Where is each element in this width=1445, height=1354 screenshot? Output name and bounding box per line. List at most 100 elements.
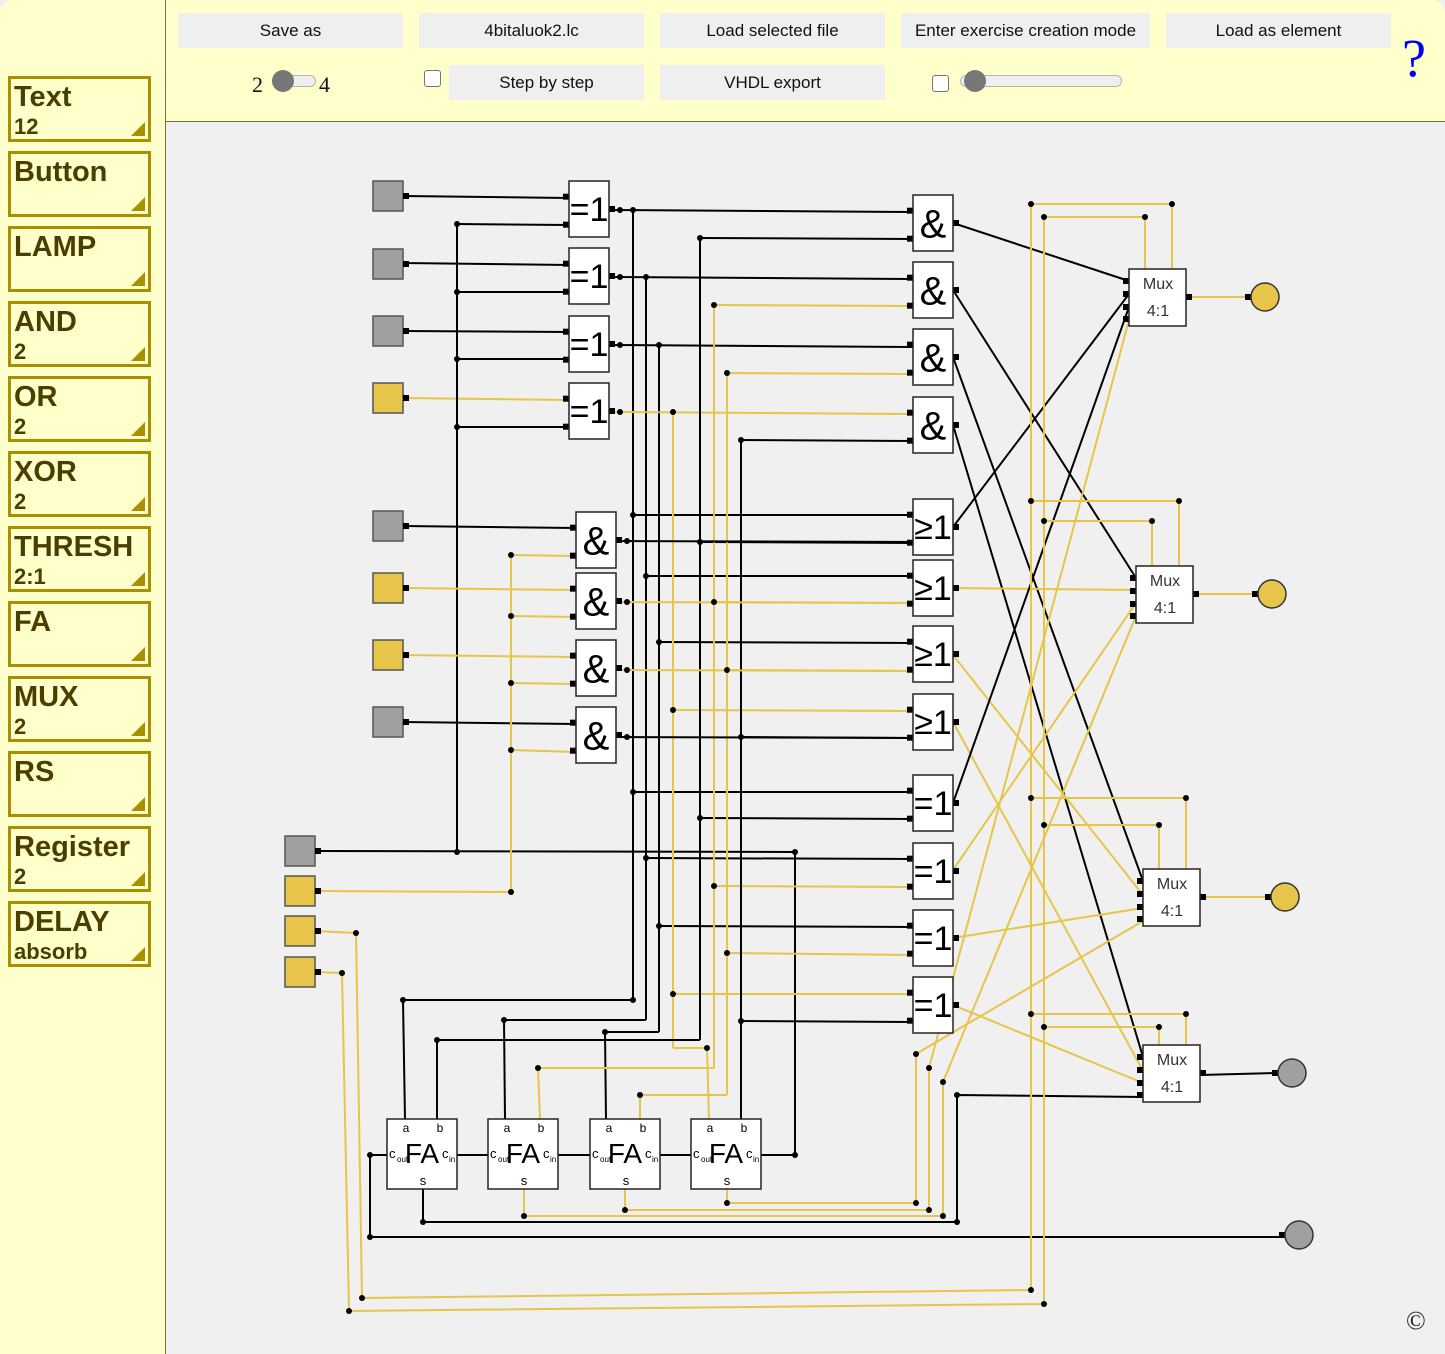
- input-switch[interactable]: [372, 572, 404, 604]
- wire: [1044, 1026, 1160, 1045]
- wire: [740, 1020, 914, 1023]
- port: [570, 680, 576, 687]
- port: [563, 356, 569, 363]
- input-switch[interactable]: [372, 382, 404, 414]
- wire-junction: [926, 1065, 932, 1071]
- wire-junction: [792, 849, 798, 855]
- input-switch[interactable]: [372, 315, 404, 347]
- port: [570, 585, 576, 592]
- port: [570, 613, 576, 620]
- or-gate-label: ≥1: [914, 636, 952, 674]
- wire-junction: [630, 512, 636, 518]
- port: [953, 287, 959, 293]
- port: [315, 848, 321, 854]
- wire-junction: [617, 207, 623, 213]
- port: [907, 302, 913, 309]
- fa-port-s: s: [521, 1173, 528, 1188]
- wire-junction: [643, 855, 649, 861]
- port: [1130, 575, 1136, 581]
- and-gate-label: &: [920, 404, 947, 448]
- wire-junction: [624, 599, 630, 605]
- port: [1123, 304, 1129, 310]
- wire: [699, 817, 914, 820]
- port: [953, 220, 959, 226]
- wire-junction: [913, 1200, 919, 1206]
- wire-junction: [940, 1213, 946, 1219]
- port: [315, 969, 321, 975]
- fa-port-a: a: [707, 1121, 714, 1135]
- wire: [510, 554, 577, 557]
- wire-junction: [1156, 1024, 1162, 1030]
- input-switch[interactable]: [284, 956, 316, 988]
- fa-port-b: b: [437, 1121, 444, 1135]
- wire-junction: [1041, 1301, 1047, 1307]
- wire-junction: [738, 734, 744, 740]
- input-switch[interactable]: [372, 639, 404, 671]
- wire-junction: [724, 1200, 730, 1206]
- port: [907, 734, 913, 741]
- fa-title: FA: [405, 1138, 440, 1169]
- input-switch[interactable]: [372, 706, 404, 738]
- wire-junction: [724, 667, 730, 673]
- input-switch[interactable]: [284, 915, 316, 947]
- port: [1137, 1054, 1143, 1060]
- port: [570, 652, 576, 659]
- wire-junction: [1028, 201, 1034, 207]
- wire-junction: [508, 680, 514, 686]
- xor-gate-label: =1: [570, 191, 609, 229]
- wire: [713, 885, 914, 888]
- fa-port-cin-sub: in: [753, 1155, 759, 1164]
- port: [907, 341, 913, 348]
- input-switch[interactable]: [372, 180, 404, 212]
- fa-port-cout-sub: out: [701, 1155, 713, 1164]
- fa-port-cin: c: [543, 1146, 550, 1161]
- wire: [536, 1067, 714, 1120]
- port: [403, 261, 409, 267]
- wire-junction: [353, 930, 359, 936]
- wire-junction: [1028, 1287, 1034, 1293]
- wire-junction: [697, 539, 703, 545]
- fa-port-cin-sub: in: [652, 1155, 658, 1164]
- wire: [608, 276, 914, 280]
- wire: [1031, 500, 1180, 566]
- wire-junction: [359, 1295, 365, 1301]
- wire-junction: [624, 667, 630, 673]
- port: [403, 523, 409, 529]
- wire-junction: [724, 950, 730, 956]
- port: [907, 1017, 913, 1024]
- input-switch[interactable]: [372, 510, 404, 542]
- port: [1137, 891, 1143, 897]
- mux-title: Mux: [1150, 573, 1180, 590]
- fa-title: FA: [608, 1138, 643, 1169]
- wire-junction: [434, 1037, 440, 1043]
- wire: [726, 372, 914, 375]
- wire: [402, 525, 577, 529]
- input-switch[interactable]: [284, 875, 316, 907]
- port: [570, 747, 576, 754]
- input-switch[interactable]: [284, 835, 316, 867]
- port: [1137, 1067, 1143, 1073]
- or-gate-label: ≥1: [914, 704, 952, 742]
- port: [1123, 316, 1129, 322]
- circuit-canvas[interactable]: =1 =1 =1 =1 & & & & & & & & ≥1 ≥1 ≥1 ≥1 =1 =1 =1 =1 Mux 4:1 Mu…: [0, 0, 1445, 1354]
- port: [403, 193, 409, 199]
- wire-junction: [630, 789, 636, 795]
- wire-junction: [367, 1234, 373, 1240]
- wire: [402, 587, 577, 591]
- port: [1130, 601, 1136, 607]
- fa-port-cout-sub: out: [397, 1155, 409, 1164]
- input-switch[interactable]: [372, 248, 404, 280]
- wire-junction: [501, 1017, 507, 1023]
- wire: [1031, 797, 1187, 869]
- fa-port-b: b: [741, 1121, 748, 1135]
- port: [609, 341, 615, 347]
- port: [1200, 1070, 1206, 1076]
- port: [907, 235, 913, 242]
- wire-junction: [346, 1308, 352, 1314]
- wire-junction: [630, 207, 636, 213]
- wire: [952, 356, 1144, 882]
- wire-junction: [367, 1152, 373, 1158]
- fa-title: FA: [506, 1138, 541, 1169]
- and-gate-label: &: [920, 202, 947, 246]
- wire: [699, 237, 914, 240]
